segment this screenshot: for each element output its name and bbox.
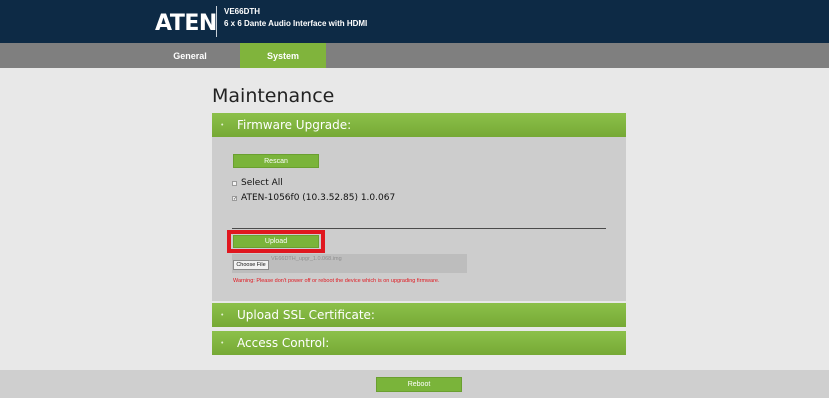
reboot-button[interactable]: Reboot bbox=[376, 377, 462, 392]
section-upload-ssl[interactable]: • Upload SSL Certificate: bbox=[212, 303, 626, 327]
section-access-control[interactable]: • Access Control: bbox=[212, 331, 626, 355]
device-model: VE66DTH bbox=[224, 7, 261, 16]
device-label: ATEN-1056f0 (10.3.52.85) 1.0.067 bbox=[241, 193, 396, 203]
tab-system[interactable]: System bbox=[240, 43, 326, 68]
bullet-icon: • bbox=[221, 339, 224, 347]
app-header: ATEN VE66DTH 6 x 6 Dante Audio Interface… bbox=[0, 0, 829, 43]
device-subtitle: 6 x 6 Dante Audio Interface with HDMI bbox=[224, 19, 368, 28]
select-all-checkbox[interactable] bbox=[232, 180, 237, 186]
section-firmware-upgrade[interactable]: • Firmware Upgrade: bbox=[212, 113, 626, 137]
select-all-label: Select All bbox=[241, 178, 283, 188]
choose-file-button[interactable]: Choose File bbox=[233, 260, 269, 270]
divider-line bbox=[232, 228, 606, 229]
section-label: Upload SSL Certificate: bbox=[237, 308, 375, 322]
tab-bar: General System bbox=[0, 43, 829, 68]
rescan-button[interactable]: Rescan bbox=[233, 154, 319, 168]
upload-button[interactable]: Upload bbox=[233, 235, 319, 248]
firmware-warning: Warning: Please don't power off or reboo… bbox=[233, 278, 440, 284]
selected-file-name: VE66DTH_upgr_1.0.068.img bbox=[271, 256, 342, 262]
device-checkbox[interactable]: ✓ bbox=[232, 195, 237, 201]
select-all-row[interactable]: Select All bbox=[232, 178, 283, 188]
device-row[interactable]: ✓ ATEN-1056f0 (10.3.52.85) 1.0.067 bbox=[232, 193, 395, 203]
section-label: Firmware Upgrade: bbox=[237, 118, 352, 132]
tab-general[interactable]: General bbox=[150, 43, 230, 68]
section-label: Access Control: bbox=[237, 336, 330, 350]
bullet-icon: • bbox=[221, 121, 224, 129]
aten-logo: ATEN bbox=[155, 11, 217, 36]
header-divider bbox=[216, 6, 217, 37]
page-title: Maintenance bbox=[212, 85, 335, 107]
bullet-icon: • bbox=[221, 311, 224, 319]
